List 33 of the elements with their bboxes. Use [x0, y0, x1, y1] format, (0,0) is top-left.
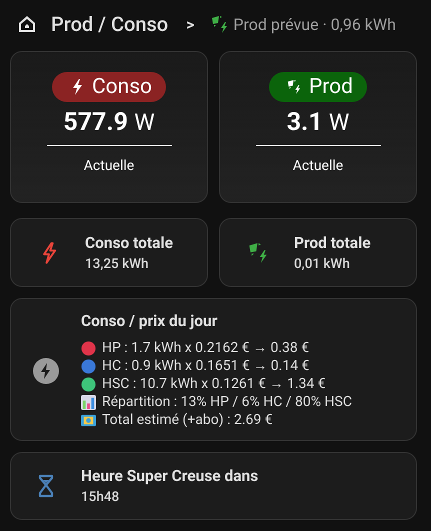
page-title: Prod / Conso: [51, 12, 168, 36]
power-value: 3.1 W: [286, 108, 350, 137]
price-line: HC : 0.9 kWh x 0.1651 € → 0.14 €: [102, 357, 310, 375]
gauge-card[interactable]: Conso 577.9 W Actuelle: [10, 51, 208, 203]
price-line: HP : 1.7 kWh x 0.2162 € → 0.38 €: [102, 339, 310, 357]
banknote-icon: [81, 412, 96, 428]
breadcrumb-chevron: >: [186, 14, 194, 34]
forecast-text: Prod prévue · 0,96 kWh: [233, 14, 396, 34]
price-line: HSC : 10.7 kWh x 0.1261 € → 1.34 €: [102, 375, 326, 393]
price-line: Total estimé (+abo) : 2.69 €: [102, 411, 273, 429]
countdown-value: 15h48: [81, 489, 120, 505]
total-card[interactable]: Conso totale 13,25 kWh: [10, 218, 208, 287]
solar-bolt-icon: [210, 14, 230, 34]
gauge-card[interactable]: Prod 3.1 W Actuelle: [219, 51, 417, 203]
card-title: Heure Super Creuse dans: [81, 467, 258, 485]
countdown-card[interactable]: Heure Super Creuse dans 15h48: [10, 452, 417, 520]
badge-label: Conso: [92, 75, 152, 99]
badge-label: Prod: [309, 75, 353, 99]
bolt-circle-icon: [33, 358, 59, 384]
gauge-label: Actuelle: [292, 158, 344, 174]
card-title: Conso / prix du jour: [81, 312, 218, 330]
total-card[interactable]: Prod totale 0,01 kWh: [219, 218, 417, 287]
solar-bolt-icon: [287, 78, 301, 96]
bar-chart-icon: [81, 394, 96, 410]
price-line: Répartition : 13% HP / 6% HC / 80% HSC: [102, 393, 352, 411]
total-title: Prod totale: [294, 234, 371, 252]
price-card[interactable]: Conso / prix du jour HP : 1.7 kWh x 0.2162 € → 0.38 € HC : 0.9 kWh x 0.1651 € → 0.14 € HSC : 10.7 kWh x 0.1261 € → 1.34 € Répartition : 13% HP / 6% HC / 80% HSC Total estimé (+abo) : 2.69 €: [10, 298, 417, 441]
total-title: Conso totale: [85, 234, 173, 252]
power-value: 577.9 W: [63, 108, 155, 137]
home-icon[interactable]: [17, 14, 37, 34]
gauge-label: Actuelle: [84, 158, 134, 174]
total-value: 0,01 kWh: [294, 256, 351, 272]
total-value: 13,25 kWh: [85, 256, 150, 272]
